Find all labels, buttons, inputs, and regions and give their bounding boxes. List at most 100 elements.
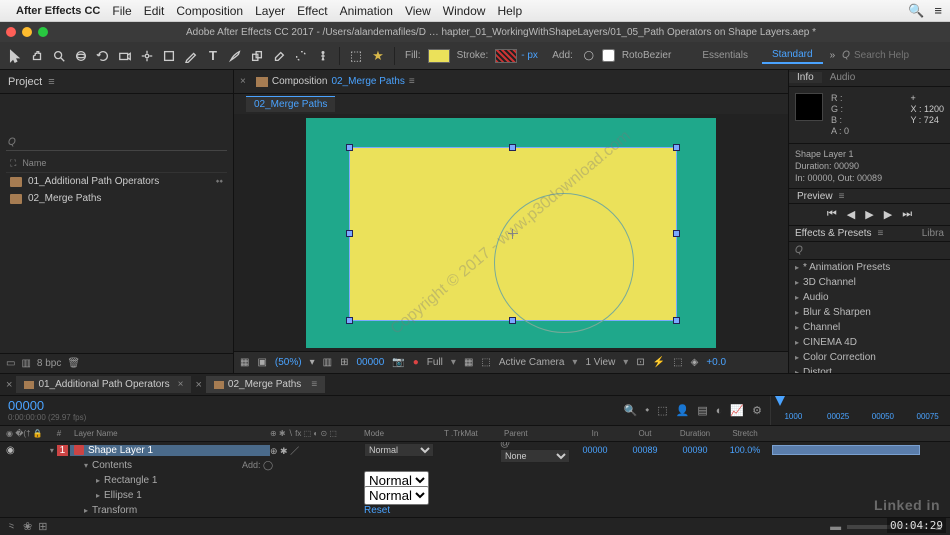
effects-category[interactable]: Distort [789,365,950,373]
menu-help[interactable]: Help [497,4,522,18]
twirl-icon[interactable]: ▸ [84,506,88,515]
star-tool-icon[interactable]: ★ [369,47,387,65]
workspace-essentials[interactable]: Essentials [692,48,758,63]
zoom-tool-icon[interactable] [50,47,68,65]
twirl-icon[interactable]: ▸ [96,476,100,485]
menu-layer[interactable]: Layer [255,4,285,18]
draft3d-icon[interactable]: ⬚ [657,404,667,417]
mode-dropdown[interactable]: Normal [364,443,434,457]
workspace-standard[interactable]: Standard [762,47,823,64]
panel-menu-icon[interactable]: ≡ [878,228,884,239]
panel-menu-icon[interactable]: ≡ [409,76,415,87]
col-in[interactable]: In [570,429,620,438]
layer-stretch[interactable]: 100.0% [720,445,770,455]
grip-icon[interactable]: ⛶ [10,158,16,169]
menu-view[interactable]: View [405,4,431,18]
resize-handle[interactable] [346,144,353,151]
search-icon[interactable]: 🔍 [624,404,638,417]
composition-viewport[interactable]: Copyright © 2017 - www.p30download.com [234,114,788,351]
menu-animation[interactable]: Animation [340,4,393,18]
snapshot-icon[interactable]: 📷 [392,357,404,368]
last-frame-icon[interactable]: ⏭ [902,208,912,221]
effects-category[interactable]: Blur & Sharpen [789,305,950,320]
layer-duration[interactable]: 00090 [670,445,720,455]
resize-handle[interactable] [346,230,353,237]
eraser-tool-icon[interactable] [270,47,288,65]
shape-tool-icon[interactable] [160,47,178,65]
transparency-icon[interactable]: ▦ [464,357,473,368]
toggle-in-out-icon[interactable]: ⊞ [38,520,47,533]
comp-tab[interactable]: 02_Merge Paths [246,96,335,112]
maximize-icon[interactable] [38,27,48,37]
selection-tool-icon[interactable] [6,47,24,65]
effects-category[interactable]: Color Correction [789,350,950,365]
exposure-value[interactable]: +0.0 [706,357,726,368]
menu-file[interactable]: File [112,4,131,18]
guides-icon[interactable]: ⊞ [340,357,348,368]
visibility-icon[interactable]: ◉ [6,445,15,456]
workspace-more[interactable]: » [830,50,836,61]
project-item[interactable]: 02_Merge Paths [6,190,227,207]
quality-dropdown[interactable]: Full [427,357,443,368]
tab-info[interactable]: Info [789,72,822,83]
camera-tool-icon[interactable] [116,47,134,65]
minimize-icon[interactable] [22,27,32,37]
rotobezier-checkbox[interactable] [602,49,615,62]
resize-handle[interactable] [509,317,516,324]
toggle-switches-icon[interactable]: ⺀ [6,519,17,535]
snap-icon[interactable]: ⬚ [347,47,365,65]
bpc-toggle[interactable]: 8 bpc [37,358,61,369]
timeline-tab[interactable]: 02_Merge Paths≡ [206,376,325,393]
resize-handle[interactable] [346,317,353,324]
prev-frame-icon[interactable]: ◀ [847,208,855,221]
3d-icon[interactable]: ⬚ [481,357,490,368]
layer-row[interactable]: ◉ ▾ 1 Shape Layer 1 ⊕ ✱ ／ Normal @ None … [0,442,950,458]
transform-row[interactable]: ▸Transform Reset [0,503,950,517]
contents-row[interactable]: ▾Contents Add: ◯ [0,458,950,473]
region-icon[interactable]: ▣ [257,357,266,368]
folder-icon[interactable]: ▥ [21,358,30,369]
close-icon[interactable] [6,27,16,37]
roto-tool-icon[interactable] [292,47,310,65]
shy-icon[interactable]: 👤 [676,404,690,417]
tab-audio[interactable]: Audio [822,72,864,83]
playhead-icon[interactable] [775,396,785,406]
camera-dropdown[interactable]: Active Camera [499,357,565,368]
effects-category[interactable]: 3D Channel [789,275,950,290]
resize-handle[interactable] [673,144,680,151]
layer-bar[interactable] [772,445,920,455]
hand-tool-icon[interactable] [28,47,46,65]
close-icon[interactable]: × [178,379,184,390]
help-search[interactable]: 𝘘 [842,50,944,61]
effects-category[interactable]: Channel [789,320,950,335]
orbit-tool-icon[interactable] [72,47,90,65]
type-tool-icon[interactable]: T [204,47,222,65]
col-duration[interactable]: Duration [670,429,720,438]
pixel-aspect-icon[interactable]: ⊡ [636,357,644,368]
add-shape-menu[interactable]: Add: ◯ [242,460,273,470]
puppet-tool-icon[interactable] [314,47,332,65]
next-frame-icon[interactable]: ▶ [884,208,892,221]
panel-menu-icon[interactable]: ≡ [311,379,317,390]
resize-handle[interactable] [673,230,680,237]
menu-edit[interactable]: Edit [144,4,165,18]
zoom-level[interactable]: (50%) [275,357,302,368]
motion-blur-icon[interactable]: ◐ [716,405,723,417]
fill-swatch[interactable] [428,49,450,63]
twirl-icon[interactable]: ▸ [96,491,100,500]
resolution-icon[interactable]: ▾ [310,357,315,368]
stroke-swatch[interactable] [495,49,517,63]
col-trkmat[interactable]: T .TrkMat [440,429,500,438]
play-icon[interactable]: ▶ [865,208,873,221]
channel-icon[interactable]: ● [413,357,419,368]
panel-menu-icon[interactable]: ≡ [839,191,845,202]
frame-blend-icon[interactable]: ▤ [697,404,707,417]
layer-in[interactable]: 00000 [570,445,620,455]
views-dropdown[interactable]: 1 View [585,357,615,368]
project-col-name[interactable]: Name [22,158,46,169]
brainstorm-icon[interactable]: ⚙ [752,404,762,417]
stroke-width[interactable]: - px [521,50,545,61]
shape-ellipse[interactable] [494,193,634,333]
comp-mini-flowchart-icon[interactable]: ⬩ [645,404,649,417]
flowchart-icon[interactable]: ⬩⬩ [216,176,223,187]
